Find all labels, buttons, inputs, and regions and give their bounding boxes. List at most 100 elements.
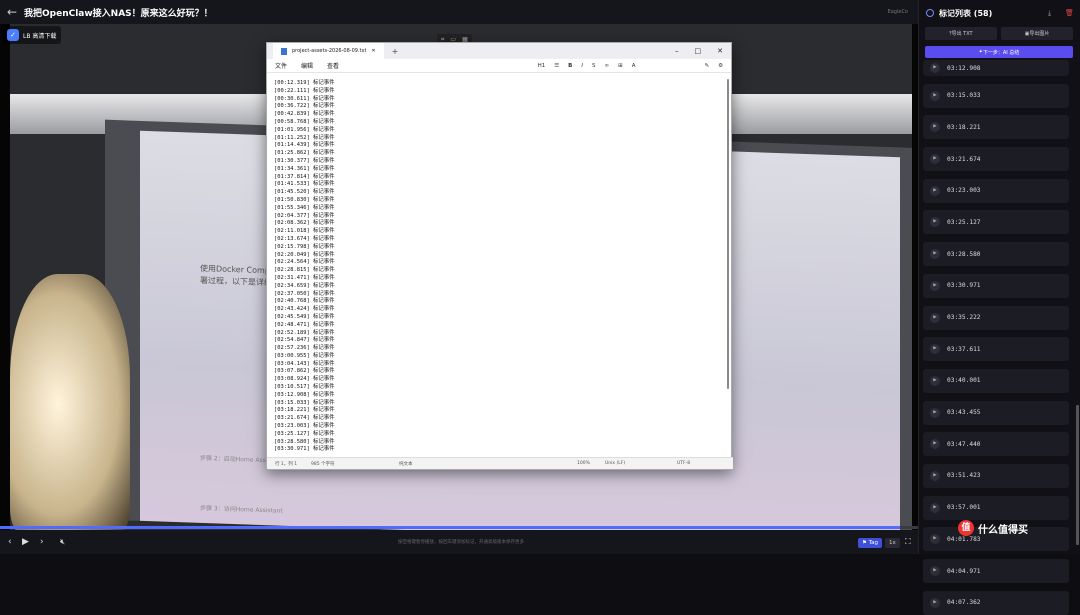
notepad-tab[interactable]: project-assets-2026-08-09.txt ✕ [273, 43, 384, 59]
text-line: [01:01.956] 标记事件 [274, 126, 335, 133]
marker-item[interactable]: ▶ 03:37.611 [923, 337, 1069, 362]
play-marker-icon[interactable]: ▶ [930, 407, 940, 418]
minimize-icon[interactable]: – [675, 47, 679, 55]
fullscreen-icon[interactable]: ⛶ [905, 537, 911, 547]
marker-time: 04:01.783 [947, 535, 981, 543]
marker-item[interactable]: ▶ 03:12.908 [923, 60, 1069, 76]
marker-time: 03:12.908 [947, 64, 981, 72]
notepad-scrollbar[interactable] [727, 79, 729, 389]
play-marker-icon[interactable]: ▶ [930, 280, 940, 291]
marker-item[interactable]: ▶ 03:21.674 [923, 147, 1069, 172]
export-txt-button[interactable]: ⤒ 导出 TXT [925, 27, 997, 40]
mute-icon[interactable]: 🔇︎ [60, 537, 65, 547]
menu-view[interactable]: 查看 [327, 61, 339, 70]
bold-icon[interactable]: B [568, 63, 572, 69]
download-icon[interactable]: ⤓ [1048, 9, 1051, 18]
play-marker-icon[interactable]: ▶ [930, 502, 940, 513]
text-line: [01:37.814] 标记事件 [274, 173, 335, 180]
back-arrow-icon[interactable]: ← [0, 5, 24, 19]
marker-item[interactable]: ▶ 03:30.971 [923, 273, 1069, 298]
marker-item[interactable]: ▶ 04:07.362 [923, 590, 1069, 615]
text-line: [03:21.674] 标记事件 [274, 415, 335, 422]
text-line: [00:22.111] 标记事件 [274, 87, 335, 94]
menu-edit[interactable]: 编辑 [301, 61, 313, 70]
marker-time: 04:07.362 [947, 599, 981, 607]
menu-file[interactable]: 文件 [275, 61, 287, 70]
zoom-level: 100% [577, 461, 590, 466]
prev-icon[interactable]: ‹ [8, 537, 12, 547]
text-line: [02:52.189] 标记事件 [274, 329, 335, 336]
marker-item[interactable]: ▶ 03:57.001 [923, 495, 1069, 520]
delete-icon[interactable]: 🗑︎ [1065, 9, 1074, 17]
marker-time: 03:57.001 [947, 504, 981, 512]
clear-format-icon[interactable]: A [632, 63, 636, 69]
marker-item[interactable]: ▶ 03:40.001 [923, 368, 1069, 393]
format-toolbar: H1 ☰ B I S ∞ ⊞ A ✎ ⚙ [538, 63, 723, 69]
text-line: [03:23.003] 标记事件 [274, 423, 335, 430]
marker-item[interactable]: ▶ 03:18.221 [923, 115, 1069, 140]
text-line: [02:13.674] 标记事件 [274, 235, 335, 242]
text-line: [02:37.050] 标记事件 [274, 290, 335, 297]
play-marker-icon[interactable]: ▶ [930, 439, 940, 450]
marker-item[interactable]: ▶ 03:28.580 [923, 242, 1069, 267]
play-marker-icon[interactable]: ▶ [930, 122, 940, 133]
panel-scrollbar[interactable] [1076, 405, 1079, 545]
tag-button[interactable]: ⚑ Tag [858, 538, 882, 548]
text-line: [01:50.830] 标记事件 [274, 196, 335, 203]
marker-item[interactable]: ▶ 04:04.971 [923, 559, 1069, 583]
text-line: [03:18.221] 标记事件 [274, 407, 335, 414]
tab-close-icon[interactable]: ✕ [371, 48, 375, 54]
play-marker-icon[interactable]: ▶ [930, 90, 940, 101]
play-marker-icon[interactable]: ▶ [930, 154, 940, 165]
monitor-line: 步骤 3：访问Home Assistant [200, 504, 283, 515]
speed-button[interactable]: 1x [885, 538, 900, 548]
strikethrough-icon[interactable]: S [592, 63, 596, 69]
text-line: [03:00.955] 标记事件 [274, 352, 335, 359]
ai-summary-button[interactable]: ✦ 下一步：AI 总结 [925, 46, 1073, 58]
link-icon[interactable]: ∞ [604, 63, 609, 69]
settings-gear-icon[interactable]: ⚙ [718, 63, 723, 69]
list-icon[interactable]: ☰ [554, 63, 559, 69]
watermark-text: 什么值得买 [978, 524, 1028, 536]
copilot-icon[interactable]: ✎ [704, 63, 709, 69]
play-marker-icon[interactable]: ▶ [930, 63, 940, 73]
notepad-text-area[interactable]: [00:12.319] 标记事件 [00:22.111] 标记事件 [00:30.6… [267, 73, 733, 459]
marker-item[interactable]: ▶ 03:51.423 [923, 463, 1069, 488]
progress-bar[interactable] [0, 526, 918, 529]
play-marker-icon[interactable]: ▶ [930, 375, 940, 386]
text-line: [00:12.319] 标记事件 [274, 80, 335, 86]
text-line: [03:30.971] 标记事件 [274, 446, 335, 453]
marker-item[interactable]: ▶ 03:35.222 [923, 305, 1069, 330]
marker-item[interactable]: ▶ 03:47.440 [923, 432, 1069, 457]
close-icon[interactable]: ✕ [717, 47, 723, 55]
marker-item[interactable]: ▶ 03:43.455 [923, 400, 1069, 425]
text-line: [02:20.049] 标记事件 [274, 251, 335, 258]
marker-time: 03:30.971 [947, 282, 981, 290]
marker-item[interactable]: ▶ 03:23.003 [923, 178, 1069, 203]
play-marker-icon[interactable]: ▶ [930, 249, 940, 260]
export-image-button[interactable]: ▣ 导出图片 [1001, 27, 1073, 40]
maximize-icon[interactable]: □ [695, 47, 702, 55]
play-marker-icon[interactable]: ▶ [930, 566, 940, 576]
play-marker-icon[interactable]: ▶ [930, 470, 940, 481]
marker-item[interactable]: ▶ 03:15.033 [923, 83, 1069, 108]
play-marker-icon[interactable]: ▶ [930, 597, 940, 608]
video-frame[interactable]: 使用Docker Compose安装 署过程，以下是详细的步骤 步骤 2：启动H… [0, 24, 918, 530]
text-line: [02:31.471] 标记事件 [274, 274, 335, 281]
heading-dropdown[interactable]: H1 [538, 63, 546, 69]
new-tab-icon[interactable]: + [392, 47, 399, 56]
play-icon[interactable]: ▶ [22, 537, 29, 547]
marker-item[interactable]: ▶ 03:25.127 [923, 210, 1069, 235]
marker-time: 03:40.001 [947, 377, 981, 385]
play-marker-icon[interactable]: ▶ [930, 217, 940, 228]
text-line: [03:07.862] 标记事件 [274, 368, 335, 375]
play-marker-icon[interactable]: ▶ [930, 185, 940, 196]
cursor-position: 行 1，列 1 [275, 461, 298, 467]
italic-icon[interactable]: I [581, 63, 583, 69]
play-marker-icon[interactable]: ▶ [930, 312, 940, 323]
table-icon[interactable]: ⊞ [618, 63, 623, 69]
copy-label: 导出图片 [1029, 31, 1050, 37]
next-icon[interactable]: › [40, 537, 44, 547]
play-marker-icon[interactable]: ▶ [930, 344, 940, 355]
play-marker-icon[interactable]: ▶ [930, 534, 940, 545]
